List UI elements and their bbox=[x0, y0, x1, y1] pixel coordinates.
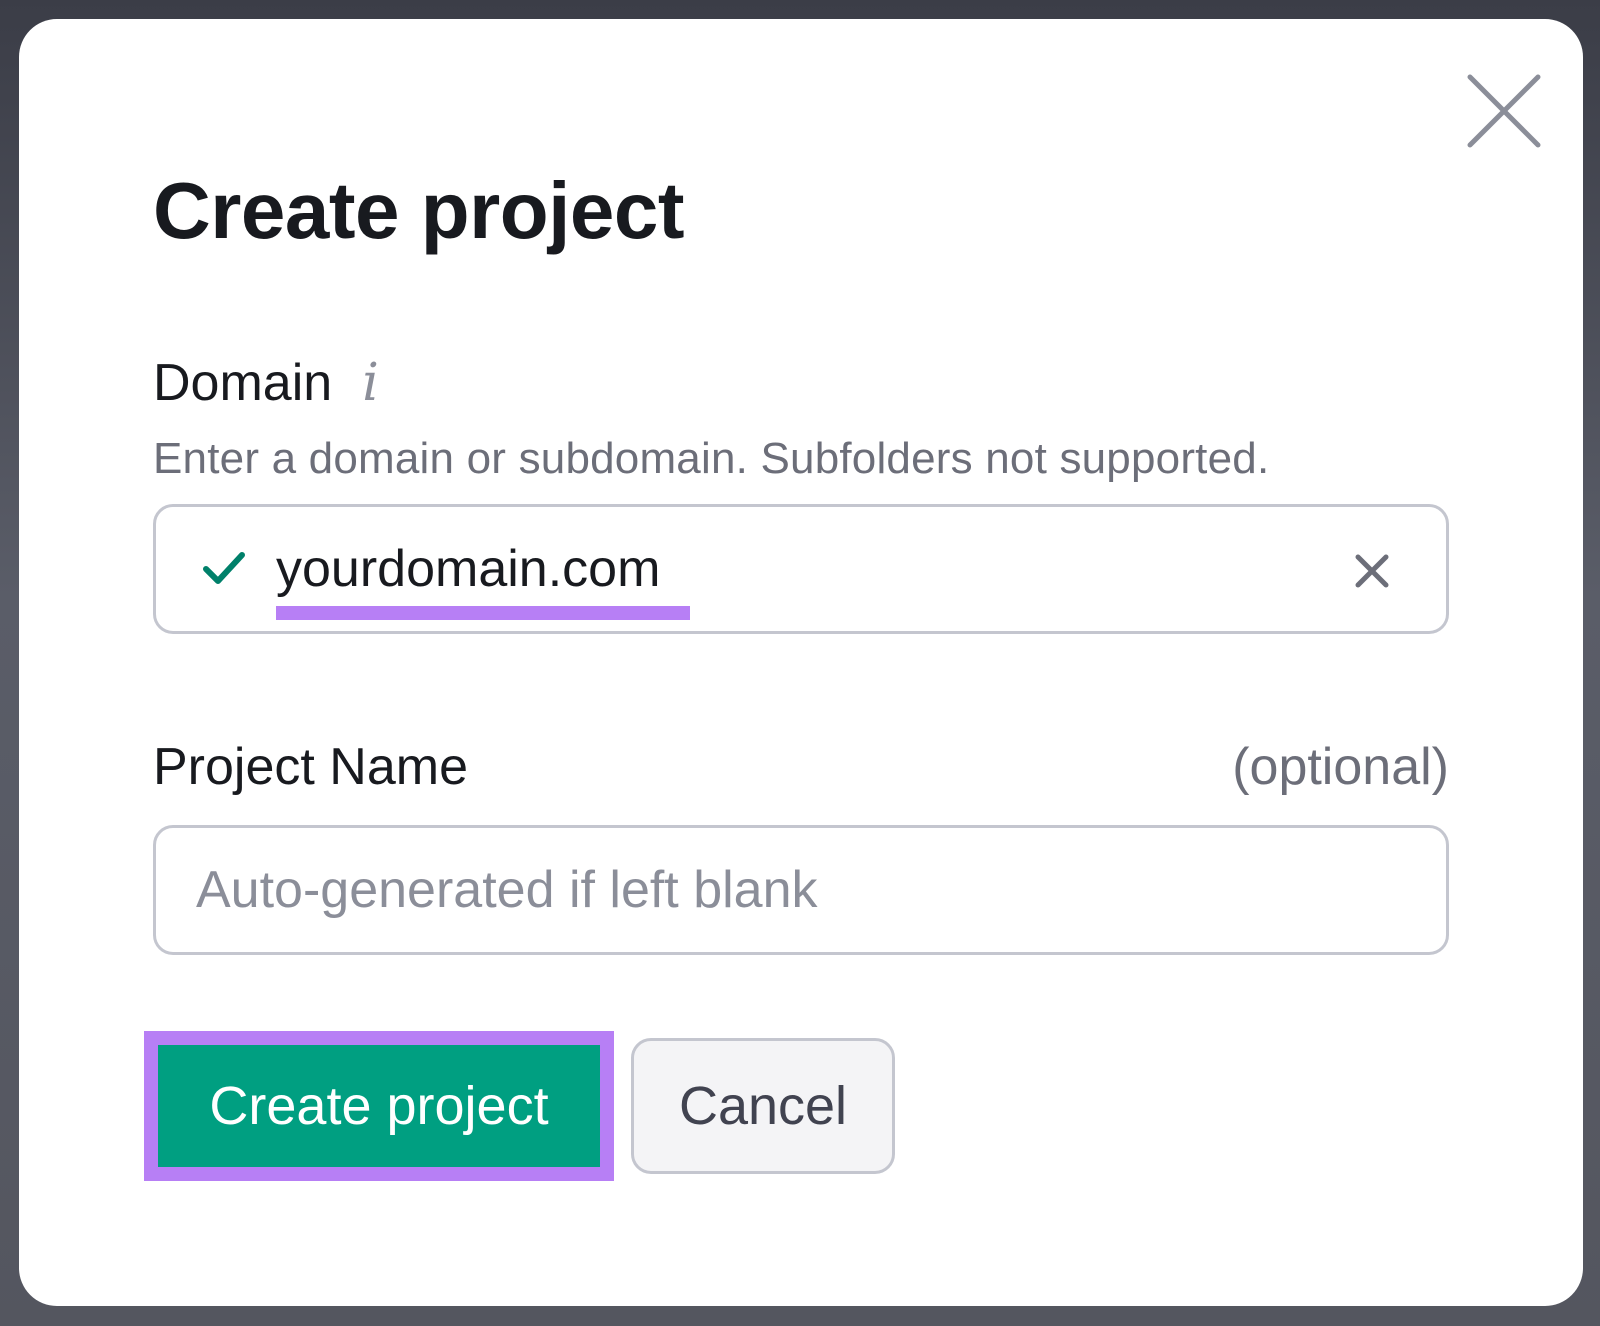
clear-icon[interactable] bbox=[1352, 551, 1392, 591]
cancel-button[interactable]: Cancel bbox=[631, 1038, 895, 1174]
project-name-label: Project Name bbox=[153, 738, 468, 796]
info-icon[interactable]: i bbox=[362, 357, 379, 409]
create-project-button[interactable]: Create project bbox=[158, 1045, 600, 1167]
optional-label: (optional) bbox=[1232, 738, 1449, 796]
domain-label: Domain bbox=[153, 354, 333, 412]
domain-field[interactable]: yourdomain.com bbox=[153, 504, 1449, 634]
check-icon bbox=[200, 547, 248, 591]
create-project-dialog: Create project Domain i Enter a domain o… bbox=[19, 19, 1583, 1306]
close-icon[interactable] bbox=[1462, 69, 1546, 153]
project-name-field[interactable] bbox=[153, 825, 1449, 955]
dialog-title: Create project bbox=[153, 166, 684, 255]
domain-input-value[interactable]: yourdomain.com bbox=[276, 540, 660, 598]
domain-label-row: Domain i bbox=[153, 357, 379, 409]
project-name-input[interactable] bbox=[196, 848, 1396, 932]
domain-value-highlight bbox=[276, 606, 690, 620]
domain-hint: Enter a domain or subdomain. Subfolders … bbox=[153, 434, 1270, 483]
